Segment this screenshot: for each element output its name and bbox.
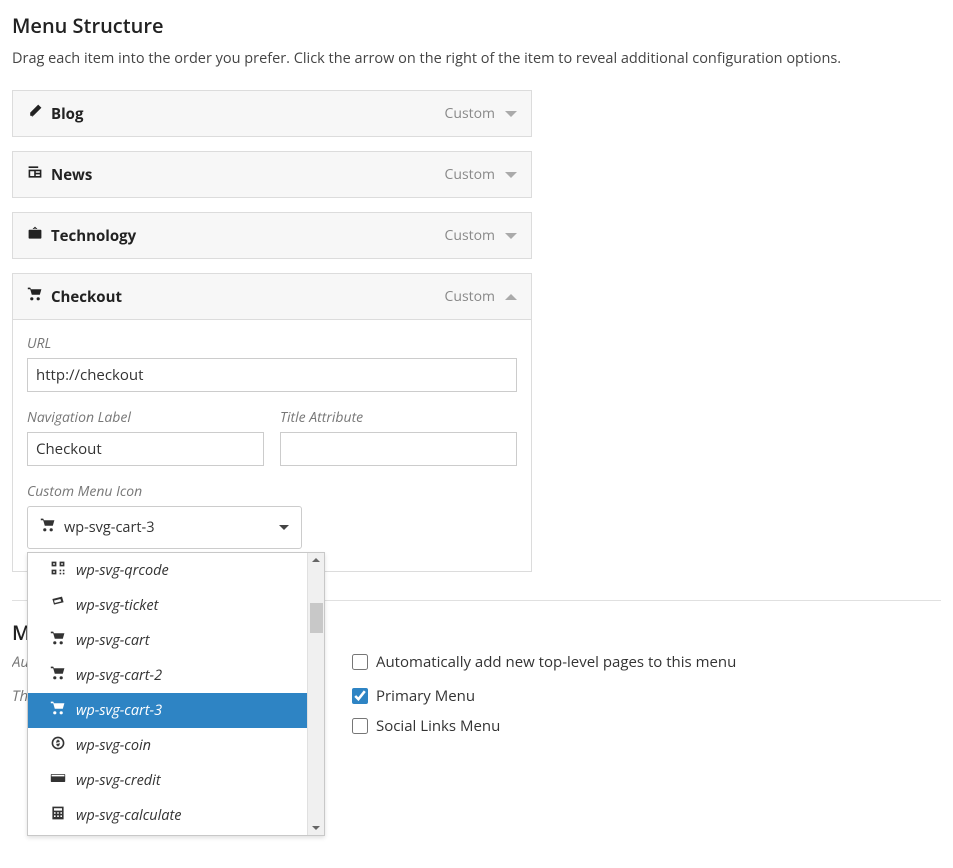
menu-item-type: Custom [445,104,495,123]
caret-down-icon [279,525,289,530]
dropdown-option-ticket[interactable]: wp-svg-ticket [28,588,307,623]
chevron-down-icon[interactable] [505,111,517,117]
nav-label-label: Navigation Label [27,408,264,427]
primary-menu-checkbox-label[interactable]: Primary Menu [352,686,500,706]
dropdown-option-calculate[interactable]: wp-svg-calculate [28,798,307,833]
scrollbar[interactable] [307,553,324,835]
chevron-up-icon[interactable] [505,294,517,300]
chevron-down-icon[interactable] [505,172,517,178]
selected-icon-name: wp-svg-cart-3 [64,518,155,537]
menu-item-checkout[interactable]: Checkout Custom URL Navigation Label Tit… [12,273,532,572]
option-label: wp-svg-calculate [76,806,182,825]
scrollbar-thumb[interactable] [310,603,323,633]
cart-icon [50,630,66,651]
dropdown-option-coin[interactable]: wp-svg-coin [28,728,307,763]
tv-icon [27,225,43,246]
primary-menu-checkbox[interactable] [352,688,368,704]
option-label: wp-svg-cart-3 [76,701,162,720]
social-links-checkbox[interactable] [352,718,368,734]
menu-item-header[interactable]: Technology Custom [13,213,531,258]
option-label: wp-svg-credit [76,771,161,790]
cart-icon [50,700,66,721]
dropdown-option-support[interactable]: wp-svg-support [28,833,307,835]
url-input[interactable] [27,358,517,392]
option-label: wp-svg-cart-2 [76,666,162,685]
menu-item-header[interactable]: Checkout Custom [13,274,531,319]
menu-item-technology[interactable]: Technology Custom [12,212,532,259]
social-links-text: Social Links Menu [376,716,500,736]
qrcode-icon [50,560,66,581]
dropdown-option-cart[interactable]: wp-svg-cart [28,623,307,658]
calculate-icon [50,805,66,826]
navigation-label-input[interactable] [27,432,264,466]
menu-item-type: Custom [445,165,495,184]
chevron-down-icon[interactable] [505,233,517,239]
credit-icon [50,770,66,791]
custom-icon-label: Custom Menu Icon [27,482,517,501]
dropdown-option-qrcode[interactable]: wp-svg-qrcode [28,553,307,588]
menu-item-header[interactable]: Blog Custom [13,91,531,136]
primary-menu-text: Primary Menu [376,686,475,706]
cart-icon [40,517,56,538]
dropdown-option-cart-3[interactable]: wp-svg-cart-3 [28,693,307,728]
section-description: Drag each item into the order you prefer… [12,49,941,68]
title-attribute-input[interactable] [280,432,517,466]
ticket-icon [50,595,66,616]
section-title: Menu Structure [12,12,941,39]
option-label: wp-svg-ticket [76,596,158,615]
cart-icon [27,286,43,307]
icon-dropdown[interactable]: wp-svg-qrcode wp-svg-ticket wp-svg-cart [27,552,325,836]
menu-list: Blog Custom News Custom Technology [12,90,532,572]
social-links-checkbox-label[interactable]: Social Links Menu [352,716,500,736]
coin-icon [50,735,66,756]
menu-item-type: Custom [445,226,495,245]
menu-item-label: Technology [51,226,136,246]
pencil-icon [27,103,43,124]
option-label: wp-svg-cart [76,631,150,650]
title-attr-label: Title Attribute [280,408,517,427]
menu-item-label: Checkout [51,287,122,307]
menu-item-type: Custom [445,287,495,306]
option-label: wp-svg-coin [76,736,151,755]
option-label: wp-svg-qrcode [76,561,169,580]
menu-item-label: Blog [51,104,83,124]
url-label: URL [27,334,517,353]
icon-select-button[interactable]: wp-svg-cart-3 [27,506,302,549]
menu-item-news[interactable]: News Custom [12,151,532,198]
dropdown-option-credit[interactable]: wp-svg-credit [28,763,307,798]
auto-add-checkbox-label[interactable]: Automatically add new top-level pages to… [352,652,736,672]
auto-add-text: Automatically add new top-level pages to… [376,652,736,672]
dropdown-option-cart-2[interactable]: wp-svg-cart-2 [28,658,307,693]
menu-item-label: News [51,165,92,185]
news-icon [27,164,43,185]
menu-item-header[interactable]: News Custom [13,152,531,197]
menu-item-blog[interactable]: Blog Custom [12,90,532,137]
cart-icon [50,665,66,686]
auto-add-checkbox[interactable] [352,654,368,670]
menu-item-body: URL Navigation Label Title Attribute Cus… [13,319,531,571]
